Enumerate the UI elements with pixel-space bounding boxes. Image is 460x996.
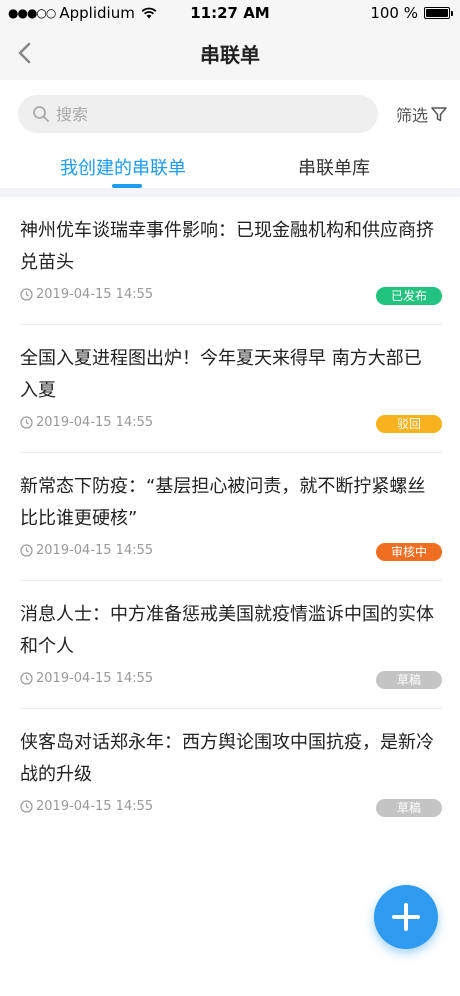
clock-icon [20,800,33,813]
item-meta: 2019-04-15 14:55 [20,287,153,302]
list-item[interactable]: 全国入夏进程图出炉！今年夏天来得早 南方大部已入夏 2019-04-15 14:… [20,325,442,453]
item-date: 2019-04-15 14:55 [36,799,154,814]
item-date: 2019-04-15 14:55 [36,287,154,302]
page-title: 串联单 [200,43,260,67]
status-badge: 草稿 [376,671,442,689]
item-date: 2019-04-15 14:55 [36,415,154,430]
battery-icon [424,7,453,19]
status-badge: 驳回 [376,415,442,433]
item-date: 2019-04-15 14:55 [36,671,154,686]
status-badge: 审核中 [376,543,442,561]
item-title: 新常态下防疫：“基层担心被问责，就不断拧紧螺丝比比谁更硬核” [20,476,426,529]
list-item[interactable]: 侠客岛对话郑永年：西方舆论围攻中国抗疫，是新冷战的升级 2019-04-15 1… [20,709,442,822]
tab-library[interactable]: 串联单库 [298,154,370,180]
clock-icon [20,544,33,557]
add-button[interactable] [374,885,438,949]
search-input[interactable] [54,103,338,125]
status-badge: 已发布 [376,287,442,305]
list-item[interactable]: 消息人士：中方准备惩戒美国就疫情滥诉中国的实体和个人 2019-04-15 14… [20,581,442,709]
item-title: 消息人士：中方准备惩戒美国就疫情滥诉中国的实体和个人 [20,604,434,657]
nav-bar: 串联单 [0,26,460,80]
item-title: 侠客岛对话郑永年：西方舆论围攻中国抗疫，是新冷战的升级 [20,732,434,785]
list-item[interactable]: 新常态下防疫：“基层担心被问责，就不断拧紧螺丝比比谁更硬核” 2019-04-1… [20,453,442,581]
filter-button[interactable]: 筛选 [396,102,448,126]
item-title: 全国入夏进程图出炉！今年夏天来得早 南方大部已入夏 [20,348,422,401]
item-meta: 2019-04-15 14:55 [20,543,153,558]
item-title: 神州优车谈瑞幸事件影响：已现金融机构和供应商挤兑苗头 [20,220,434,273]
search-icon [33,106,49,122]
filter-label: 筛选 [396,106,429,125]
status-bar-right: 100 % [370,4,453,22]
filter-funnel-icon [431,107,447,122]
clock-icon [20,672,33,685]
battery-percent: 100 % [370,4,418,22]
status-bar: ●●●○○ Applidium 11:27 AM 100 % [0,0,460,26]
section-divider [0,188,460,197]
item-meta: 2019-04-15 14:55 [20,671,153,686]
status-badge: 草稿 [376,799,442,817]
list-item[interactable]: 神州优车谈瑞幸事件影响：已现金融机构和供应商挤兑苗头 2019-04-15 14… [20,197,442,325]
item-meta: 2019-04-15 14:55 [20,799,153,814]
search-bar[interactable] [18,95,378,133]
clock-icon [20,288,33,301]
plus-icon [392,903,420,931]
item-date: 2019-04-15 14:55 [36,543,154,558]
tab-my-created[interactable]: 我创建的串联单 [60,154,186,180]
item-meta: 2019-04-15 14:55 [20,415,153,430]
clock-icon [20,416,33,429]
rundown-list: 神州优车谈瑞幸事件影响：已现金融机构和供应商挤兑苗头 2019-04-15 14… [0,197,460,822]
